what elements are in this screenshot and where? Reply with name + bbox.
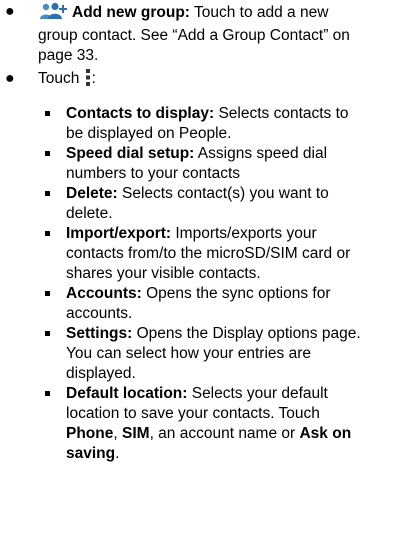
term: Contacts to display: — [66, 105, 215, 122]
bullet: ● — [5, 70, 15, 87]
sub-item-speed-dial-setup: Speed dial setup: Assigns speed dial num… — [45, 144, 366, 184]
document-page: ● Add new group: Touch to add a new grou… — [0, 0, 399, 535]
sub-item-delete: Delete: Selects contact(s) you want to d… — [45, 184, 366, 224]
separator: , an account name or — [149, 425, 300, 442]
bullet: ● — [5, 3, 15, 20]
square-bullet — [45, 191, 50, 196]
touch-colon: : — [91, 70, 96, 87]
sub-item-import-export: Import/export: Imports/exports your cont… — [45, 224, 366, 284]
square-bullet — [45, 331, 50, 336]
sub-item-accounts: Accounts: Opens the sync options for acc… — [45, 284, 366, 324]
term-add-new-group: Add new group: — [72, 4, 190, 21]
term: Settings: — [66, 325, 133, 342]
period: . — [115, 445, 120, 462]
sub-item-settings: Settings: Opens the Display options page… — [45, 324, 366, 384]
option-sim: SIM — [122, 425, 150, 442]
term: Default location: — [66, 385, 188, 402]
term: Import/export: — [66, 225, 172, 242]
list-item-add-group: ● Add new group: Touch to add a new grou… — [5, 2, 368, 66]
group-add-icon — [38, 2, 68, 26]
term: Delete: — [66, 185, 118, 202]
square-bullet — [45, 291, 50, 296]
sub-item-contacts-to-display: Contacts to display: Selects contacts to… — [45, 104, 366, 144]
square-bullet — [45, 151, 50, 156]
term: Speed dial setup: — [66, 145, 195, 162]
menu-icon — [85, 69, 91, 92]
square-bullet — [45, 391, 50, 396]
square-bullet — [45, 111, 50, 116]
separator: , — [113, 425, 122, 442]
term: Accounts: — [66, 285, 142, 302]
sub-item-default-location: Default location: Selects your default l… — [45, 384, 366, 464]
option-phone: Phone — [66, 425, 114, 442]
list-item-touch-menu: ● Touch : — [5, 69, 368, 92]
touch-text: Touch — [38, 70, 84, 87]
square-bullet — [45, 231, 50, 236]
